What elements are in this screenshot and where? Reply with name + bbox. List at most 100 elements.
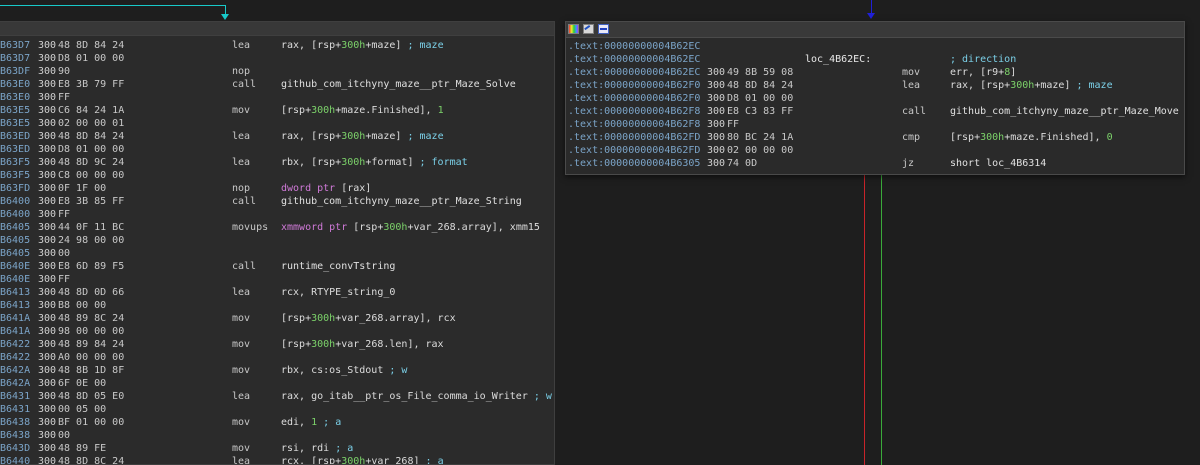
address[interactable]: B6400: [0, 208, 30, 221]
disassembly-listing[interactable]: B63D7 300 48 8D 84 24 lea rax, [rsp+300h+maz…: [0, 39, 554, 464]
listing-row[interactable]: .text:00000000004B62EC 300 49 8B 59 08 mov e…: [566, 66, 1186, 79]
address[interactable]: .text:00000000004B62F8: [568, 105, 700, 118]
address[interactable]: B6438: [0, 429, 30, 442]
operand-token[interactable]: runtime_convTstring: [281, 261, 395, 272]
address[interactable]: B63ED: [0, 143, 30, 156]
listing-row[interactable]: B63F5 300 C8 00 00 00: [0, 169, 554, 182]
operand[interactable]: rbx, cs:os_Stdout ; w: [281, 364, 407, 377]
listing-row[interactable]: B6413 300 B8 00 00: [0, 299, 554, 312]
listing-row[interactable]: .text:00000000004B62FD 300 02 00 00 00: [566, 144, 1186, 157]
address[interactable]: .text:00000000004B62EC: [568, 40, 700, 53]
address[interactable]: B63E5: [0, 104, 30, 117]
operand[interactable]: rax, [rsp+300h+maze] ; maze: [281, 130, 444, 143]
listing-row[interactable]: B6438 300 BF 01 00 00 mov edi, 1 ; a: [0, 416, 554, 429]
operand-token[interactable]: short loc_4B6314: [950, 158, 1046, 169]
listing-row[interactable]: B63D7 300 D8 01 00 00: [0, 52, 554, 65]
address[interactable]: B6413: [0, 286, 30, 299]
listing-row[interactable]: B63E5 300 02 00 00 01: [0, 117, 554, 130]
operand[interactable]: rax, [rsp+300h+maze] ; maze: [950, 79, 1113, 92]
address[interactable]: B63D7: [0, 39, 30, 52]
operand[interactable]: xmmword ptr [rsp+300h+var_268.array], xm…: [281, 221, 540, 234]
address[interactable]: B63ED: [0, 130, 30, 143]
operand[interactable]: rax, go_itab__ptr_os_File_comma_io_Write…: [281, 390, 552, 403]
address[interactable]: B642A: [0, 377, 30, 390]
address[interactable]: B6405: [0, 221, 30, 234]
listing-row[interactable]: B642A 300 48 8B 1D 8F mov rbx, cs:os_Stdout …: [0, 364, 554, 377]
listing-row[interactable]: B63FD 300 0F 1F 00 nop dword ptr [rax]: [0, 182, 554, 195]
listing-row[interactable]: B6438 300 00: [0, 429, 554, 442]
address[interactable]: B63FD: [0, 182, 30, 195]
operand[interactable]: err, [r9+8]: [950, 66, 1016, 79]
listing-row[interactable]: B641A 300 98 00 00 00: [0, 325, 554, 338]
operand[interactable]: github_com_itchyny_maze__ptr_Maze_Move: [950, 105, 1179, 118]
address[interactable]: B63F5: [0, 169, 30, 182]
operand[interactable]: short loc_4B6314: [950, 157, 1046, 170]
address[interactable]: B6405: [0, 247, 30, 260]
operand[interactable]: ; direction: [950, 53, 1016, 66]
address[interactable]: B6413: [0, 299, 30, 312]
address[interactable]: B6422: [0, 351, 30, 364]
operand[interactable]: rsi, rdi ; a: [281, 442, 353, 455]
listing-row[interactable]: B6400 300 E8 3B 85 FF call github_com_itchyn…: [0, 195, 554, 208]
address[interactable]: B6422: [0, 338, 30, 351]
address[interactable]: .text:00000000004B62EC: [568, 53, 700, 66]
operand[interactable]: edi, 1 ; a: [281, 416, 341, 429]
listing-row[interactable]: B640E 300 FF: [0, 273, 554, 286]
listing-row[interactable]: B6440 300 48 8D 8C 24 lea rcx, [rsp+300h+var…: [0, 455, 554, 464]
address[interactable]: .text:00000000004B62F0: [568, 79, 700, 92]
address[interactable]: B642A: [0, 364, 30, 377]
address[interactable]: B6405: [0, 234, 30, 247]
address[interactable]: B643D: [0, 442, 30, 455]
address[interactable]: B641A: [0, 325, 30, 338]
listing-row[interactable]: .text:00000000004B62FD 300 80 BC 24 1A cmp […: [566, 131, 1186, 144]
listing-row[interactable]: B63ED 300 48 8D 84 24 lea rax, [rsp+300h+maz…: [0, 130, 554, 143]
edit-graph-icon[interactable]: [583, 24, 594, 34]
address[interactable]: .text:00000000004B62FD: [568, 131, 700, 144]
code-label[interactable]: loc_4B62EC:: [805, 53, 871, 66]
address[interactable]: B640E: [0, 260, 30, 273]
listing-row[interactable]: .text:00000000004B62F0 300 48 8D 84 24 lea r…: [566, 79, 1186, 92]
listing-row[interactable]: B63E0 300 FF: [0, 91, 554, 104]
graph-node-left[interactable]: B63D7 300 48 8D 84 24 lea rax, [rsp+300h+maz…: [0, 21, 555, 465]
listing-row[interactable]: B63ED 300 D8 01 00 00: [0, 143, 554, 156]
operand-token[interactable]: github_com_itchyny_maze__ptr_Maze_Solve: [281, 79, 516, 90]
address[interactable]: .text:00000000004B62EC: [568, 66, 700, 79]
listing-row[interactable]: B63D7 300 48 8D 84 24 lea rax, [rsp+300h+maz…: [0, 39, 554, 52]
address[interactable]: B63DF: [0, 65, 30, 78]
color-palette-icon[interactable]: [568, 24, 579, 34]
listing-row[interactable]: B6431 300 48 8D 05 E0 lea rax, go_itab__ptr_…: [0, 390, 554, 403]
node-titlebar[interactable]: [0, 22, 554, 36]
address[interactable]: B63F5: [0, 156, 30, 169]
operand[interactable]: runtime_convTstring: [281, 260, 395, 273]
operand[interactable]: [rsp+300h+maze.Finished], 0: [950, 131, 1113, 144]
listing-row[interactable]: B63E5 300 C6 84 24 1A mov [rsp+300h+maze.Fin…: [0, 104, 554, 117]
node-titlebar[interactable]: [566, 22, 1184, 38]
operand-token[interactable]: github_com_itchyny_maze__ptr_Maze_Move: [950, 106, 1179, 117]
address[interactable]: B63E5: [0, 117, 30, 130]
operand[interactable]: github_com_itchyny_maze__ptr_Maze_String: [281, 195, 522, 208]
listing-row[interactable]: B63E0 300 E8 3B 79 FF call github_com_itchyn…: [0, 78, 554, 91]
operand[interactable]: [rsp+300h+maze.Finished], 1: [281, 104, 444, 117]
listing-row[interactable]: B641A 300 48 89 8C 24 mov [rsp+300h+var_268.…: [0, 312, 554, 325]
listing-row[interactable]: B6400 300 FF: [0, 208, 554, 221]
listing-row[interactable]: B6422 300 A0 00 00 00: [0, 351, 554, 364]
listing-row[interactable]: .text:00000000004B62F8 300 E8 C3 83 FF call…: [566, 105, 1186, 118]
address[interactable]: B63D7: [0, 52, 30, 65]
address[interactable]: .text:00000000004B62F8: [568, 118, 700, 131]
listing-row[interactable]: B643D 300 48 89 FE mov rsi, rdi ; a: [0, 442, 554, 455]
address[interactable]: B641A: [0, 312, 30, 325]
listing-row[interactable]: .text:00000000004B62EC loc_4B62EC: ; direc…: [566, 53, 1186, 66]
operand[interactable]: [rsp+300h+var_268.len], rax: [281, 338, 444, 351]
listing-row[interactable]: B63F5 300 48 8D 9C 24 lea rbx, [rsp+300h+for…: [0, 156, 554, 169]
graph-node-right[interactable]: .text:00000000004B62EC .text:00000000004B…: [565, 21, 1185, 175]
listing-row[interactable]: B6405 300 00: [0, 247, 554, 260]
address[interactable]: B6431: [0, 390, 30, 403]
operand[interactable]: github_com_itchyny_maze__ptr_Maze_Solve: [281, 78, 516, 91]
listing-row[interactable]: B6422 300 48 89 84 24 mov [rsp+300h+var_268.…: [0, 338, 554, 351]
address[interactable]: B6400: [0, 195, 30, 208]
operand-token[interactable]: github_com_itchyny_maze__ptr_Maze_String: [281, 196, 522, 207]
listing-row[interactable]: B6413 300 48 8D 0D 66 lea rcx, RTYPE_string_…: [0, 286, 554, 299]
operand[interactable]: rcx, [rsp+300h+var_268] ; a: [281, 455, 444, 464]
disassembly-listing[interactable]: .text:00000000004B62EC .text:00000000004B…: [566, 40, 1186, 170]
operand[interactable]: dword ptr [rax]: [281, 182, 371, 195]
